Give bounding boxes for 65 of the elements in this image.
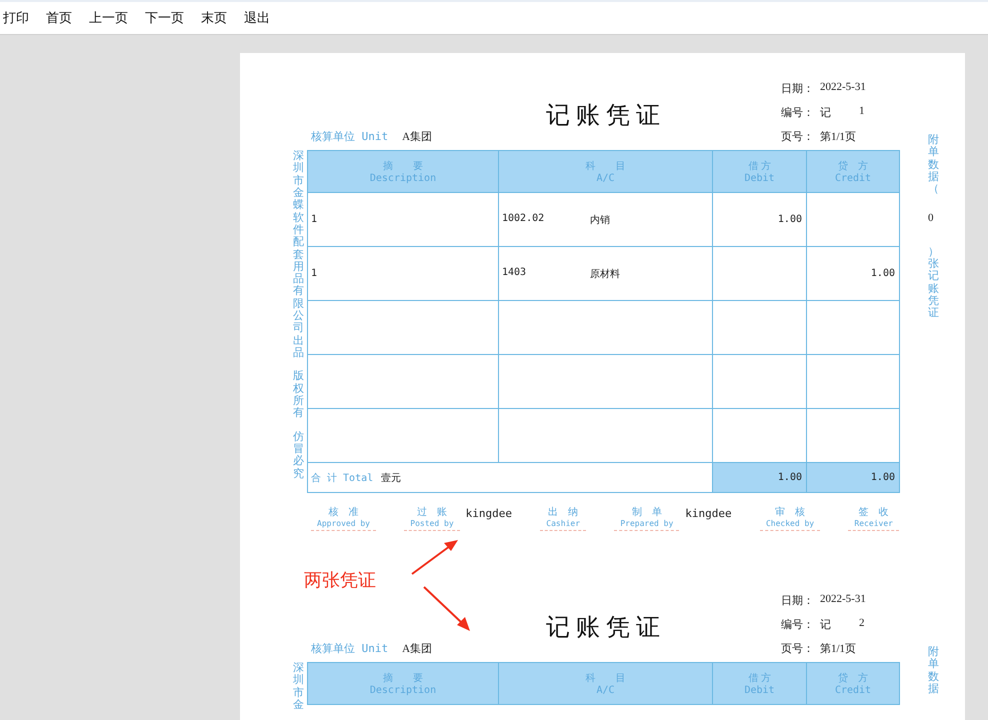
unit-value: A集团 [402,130,432,144]
annotation-text: 两张凭证 [304,569,376,592]
column-header: 科 目 A/C [498,662,712,704]
info-value: 2022-5-31 [820,593,866,607]
voucher-title: 记 账 凭 证 [546,102,660,130]
unit-value: A集团 [402,642,432,656]
info-label: 编号： [781,618,814,632]
voucher-title: 记 账 凭 证 [546,614,660,642]
column-header: 摘 要 Description [308,150,498,192]
total-label: 合 计 Total [311,472,374,484]
toolbar-button[interactable]: 退出 [244,9,270,27]
info-label: 日期： [781,82,814,96]
toolbar-button[interactable]: 首页 [46,9,72,27]
table-cell: 1.00 [806,246,900,300]
unit-label: 核算单位 Unit [311,129,388,144]
info-label: 日期： [781,594,814,608]
attachment-note: 附单数据（ [928,134,939,196]
column-header: 贷 方 Credit [806,662,900,704]
signature-label: 出 纳 Cashier [540,505,586,531]
unit-label: 核算单位 Unit [311,641,388,656]
attachment-count: 0 [928,212,934,224]
info-value: 记 [820,618,831,632]
annotation-arrow [411,540,458,575]
info-value: 第1/1页 [820,130,856,144]
toolbar-button[interactable]: 上一页 [89,9,128,27]
signature-value: kingdee [685,507,732,520]
toolbar-button[interactable]: 末页 [201,9,227,27]
annotation-arrow [423,586,470,631]
info-value: 第1/1页 [820,642,856,656]
account-code: 1403 [502,266,528,280]
account-name: 内销 [590,214,610,226]
voucher-number: 2 [859,617,864,631]
info-value: 记 [820,106,831,120]
toolbar-button[interactable]: 下一页 [145,9,184,27]
voucher-number: 1 [859,105,864,119]
signature-label: 核 准 Approved by [311,505,376,531]
account-code: 1002.02 [502,212,546,226]
total-credit-cell: 1.00 [806,462,900,492]
copyright-note: 仿冒必究 [293,430,304,480]
attachment-note: 附单数据 [928,646,939,696]
info-value: 2022-5-31 [820,81,866,95]
table-cell: 1 [308,192,498,246]
table-cell: 1 [308,246,498,300]
column-header: 摘 要 Description [308,662,498,704]
amount-in-words: 壹元 [381,472,402,484]
column-header: 科 目 A/C [498,150,712,192]
signature-value: kingdee [466,507,512,520]
info-label: 页号： [781,130,814,144]
table-cell: 1.00 [712,192,806,246]
total-debit-cell: 1.00 [712,462,806,492]
signature-label: 审 核 Checked by [760,505,820,531]
column-header: 借 方 Debit [712,662,806,704]
toolbar-button[interactable]: 打印 [3,9,29,27]
attachment-note: ）张记账凭证 [928,246,939,320]
info-label: 编号： [781,106,814,120]
signature-label: 制 单 Prepared by [614,505,680,531]
copyright-note: 版权所有 [293,370,304,420]
copyright-note: 深圳市金 [293,662,304,712]
column-header: 借 方 Debit [712,150,806,192]
copyright-note: 深圳市金蝶软件配套用品有限公司出品 [293,150,304,360]
signature-label: 签 收 Receiver [848,505,899,531]
signature-label: 过 账 Posted by [404,505,460,531]
column-header: 贷 方 Credit [806,150,900,192]
account-name: 原材料 [590,268,620,280]
info-label: 页号： [781,642,814,656]
